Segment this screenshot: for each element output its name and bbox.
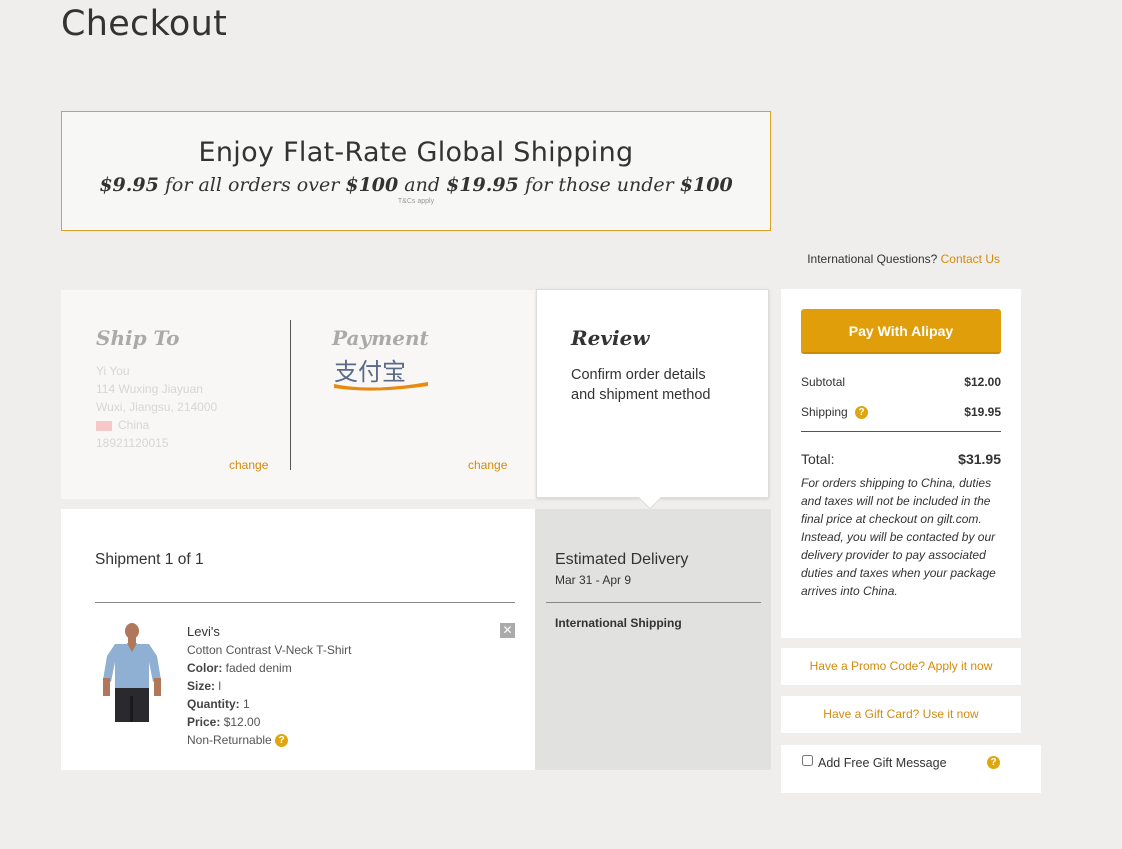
delivery-panel: Estimated Delivery Mar 31 - Apr 9 Intern…	[535, 509, 771, 770]
alipay-logo-icon: 支付宝	[334, 358, 428, 391]
total-label: Total:	[801, 451, 835, 467]
shipment-title: Shipment 1 of 1	[95, 551, 204, 568]
intl-question-text: International Questions?	[807, 252, 938, 266]
shipping-label: Shipping	[801, 405, 848, 419]
item-brand: Levi's	[187, 624, 220, 639]
checkout-steps: Ship To Yi You 114 Wuxing Jiayuan Wuxi, …	[61, 290, 536, 499]
rate-over: $9.95	[99, 174, 159, 196]
ship-phone: 18921120015	[96, 436, 169, 450]
review-step: Review Confirm order details and shipmen…	[536, 289, 769, 510]
china-flag-icon	[96, 420, 112, 431]
promo-code-link[interactable]: Have a Promo Code? Apply it now	[781, 648, 1021, 685]
pay-with-alipay-button[interactable]: Pay With Alipay	[801, 309, 1001, 354]
delivery-method: International Shipping	[555, 616, 682, 630]
ship-country-row: China	[96, 416, 217, 434]
change-payment-link[interactable]: change	[468, 458, 507, 472]
ship-name: Yi You	[96, 364, 130, 378]
steps-divider	[290, 320, 291, 470]
promo-terms: T&Cs apply	[397, 198, 435, 205]
threshold-2: $100	[679, 174, 733, 196]
alipay-logo: 支付宝	[332, 358, 432, 392]
item-quantity: Quantity: 1	[187, 697, 250, 711]
gift-card-link[interactable]: Have a Gift Card? Use it now	[781, 696, 1021, 733]
page-title: Checkout	[61, 4, 228, 44]
gift-message-help-icon[interactable]: ?	[987, 756, 1000, 769]
rate-under: $19.95	[446, 174, 519, 196]
gift-message-row: Add Free Gift Message ?	[781, 745, 1041, 793]
remove-item-button[interactable]: ✕	[500, 623, 515, 638]
delivery-dates: Mar 31 - Apr 9	[555, 573, 632, 587]
item-price: Price: $12.00	[187, 715, 261, 729]
promo-rates: $9.95 for all orders over $100 and $19.9…	[62, 174, 770, 196]
ship-to-title: Ship To	[96, 326, 180, 350]
ship-country: China	[118, 418, 150, 432]
shipping-value: $19.95	[964, 405, 1001, 419]
contact-us-link[interactable]: Contact Us	[941, 252, 1000, 266]
review-description: Confirm order details and shipment metho…	[571, 365, 710, 405]
shipping-help-icon[interactable]: ?	[855, 406, 869, 420]
shipping-row: Shipping ? $19.95	[801, 405, 1001, 420]
review-desc-line2: and shipment method	[571, 387, 711, 403]
threshold-1: $100	[345, 174, 399, 196]
ship-to-address: Yi You 114 Wuxing Jiayuan Wuxi, Jiangsu,…	[96, 362, 217, 452]
shipment-divider	[95, 602, 515, 603]
gift-message-checkbox[interactable]	[802, 755, 813, 766]
item-name: Cotton Contrast V-Neck T-Shirt	[187, 643, 352, 657]
shipping-promo-banner: Enjoy Flat-Rate Global Shipping $9.95 fo…	[61, 111, 771, 231]
ship-to-step: Ship To Yi You 114 Wuxing Jiayuan Wuxi, …	[96, 326, 217, 452]
ship-address-line1: 114 Wuxing Jiayuan	[96, 382, 203, 396]
subtotal-label: Subtotal	[801, 375, 846, 389]
tshirt-model-image	[103, 623, 161, 722]
summary-divider	[801, 431, 1001, 432]
subtotal-row: Subtotal $12.00	[801, 375, 1001, 389]
gift-message-label[interactable]: Add Free Gift Message	[818, 756, 947, 770]
total-row: Total: $31.95	[801, 451, 1001, 467]
promo-headline: Enjoy Flat-Rate Global Shipping	[198, 137, 634, 168]
international-questions: International Questions? Contact Us	[807, 252, 1000, 266]
text-for-all-over: for all orders over	[164, 174, 340, 196]
returnable-help-icon[interactable]: ?	[275, 734, 289, 748]
review-title: Review	[571, 326, 650, 350]
alipay-logo-text: 支付宝	[334, 358, 406, 386]
order-summary: Pay With Alipay Subtotal $12.00 Shipping…	[781, 289, 1021, 638]
review-desc-line1: Confirm order details	[571, 367, 706, 383]
subtotal-value: $12.00	[964, 375, 1001, 389]
text-and: and	[404, 174, 441, 196]
review-pointer	[638, 486, 662, 510]
delivery-divider	[546, 602, 761, 603]
payment-title: Payment	[332, 326, 429, 350]
item-details: Levi's Cotton Contrast V-Neck T-Shirt Co…	[187, 623, 352, 749]
text-for-those-under: for those under	[524, 174, 674, 196]
payment-step: Payment 支付宝	[332, 326, 432, 392]
duties-note: For orders shipping to China, duties and…	[801, 476, 996, 598]
item-size: Size: l	[187, 679, 222, 693]
shipment-panel: Shipment 1 of 1 Levi's Cotton Contrast V…	[61, 509, 536, 770]
product-image	[101, 622, 163, 722]
total-value: $31.95	[958, 451, 1001, 467]
item-color: Color: faded denim	[187, 661, 292, 675]
delivery-title: Estimated Delivery	[555, 551, 689, 568]
ship-address-line2: Wuxi, Jiangsu, 214000	[96, 400, 218, 414]
change-ship-to-link[interactable]: change	[229, 458, 268, 472]
item-returnable: Non-Returnable ?	[187, 731, 352, 749]
